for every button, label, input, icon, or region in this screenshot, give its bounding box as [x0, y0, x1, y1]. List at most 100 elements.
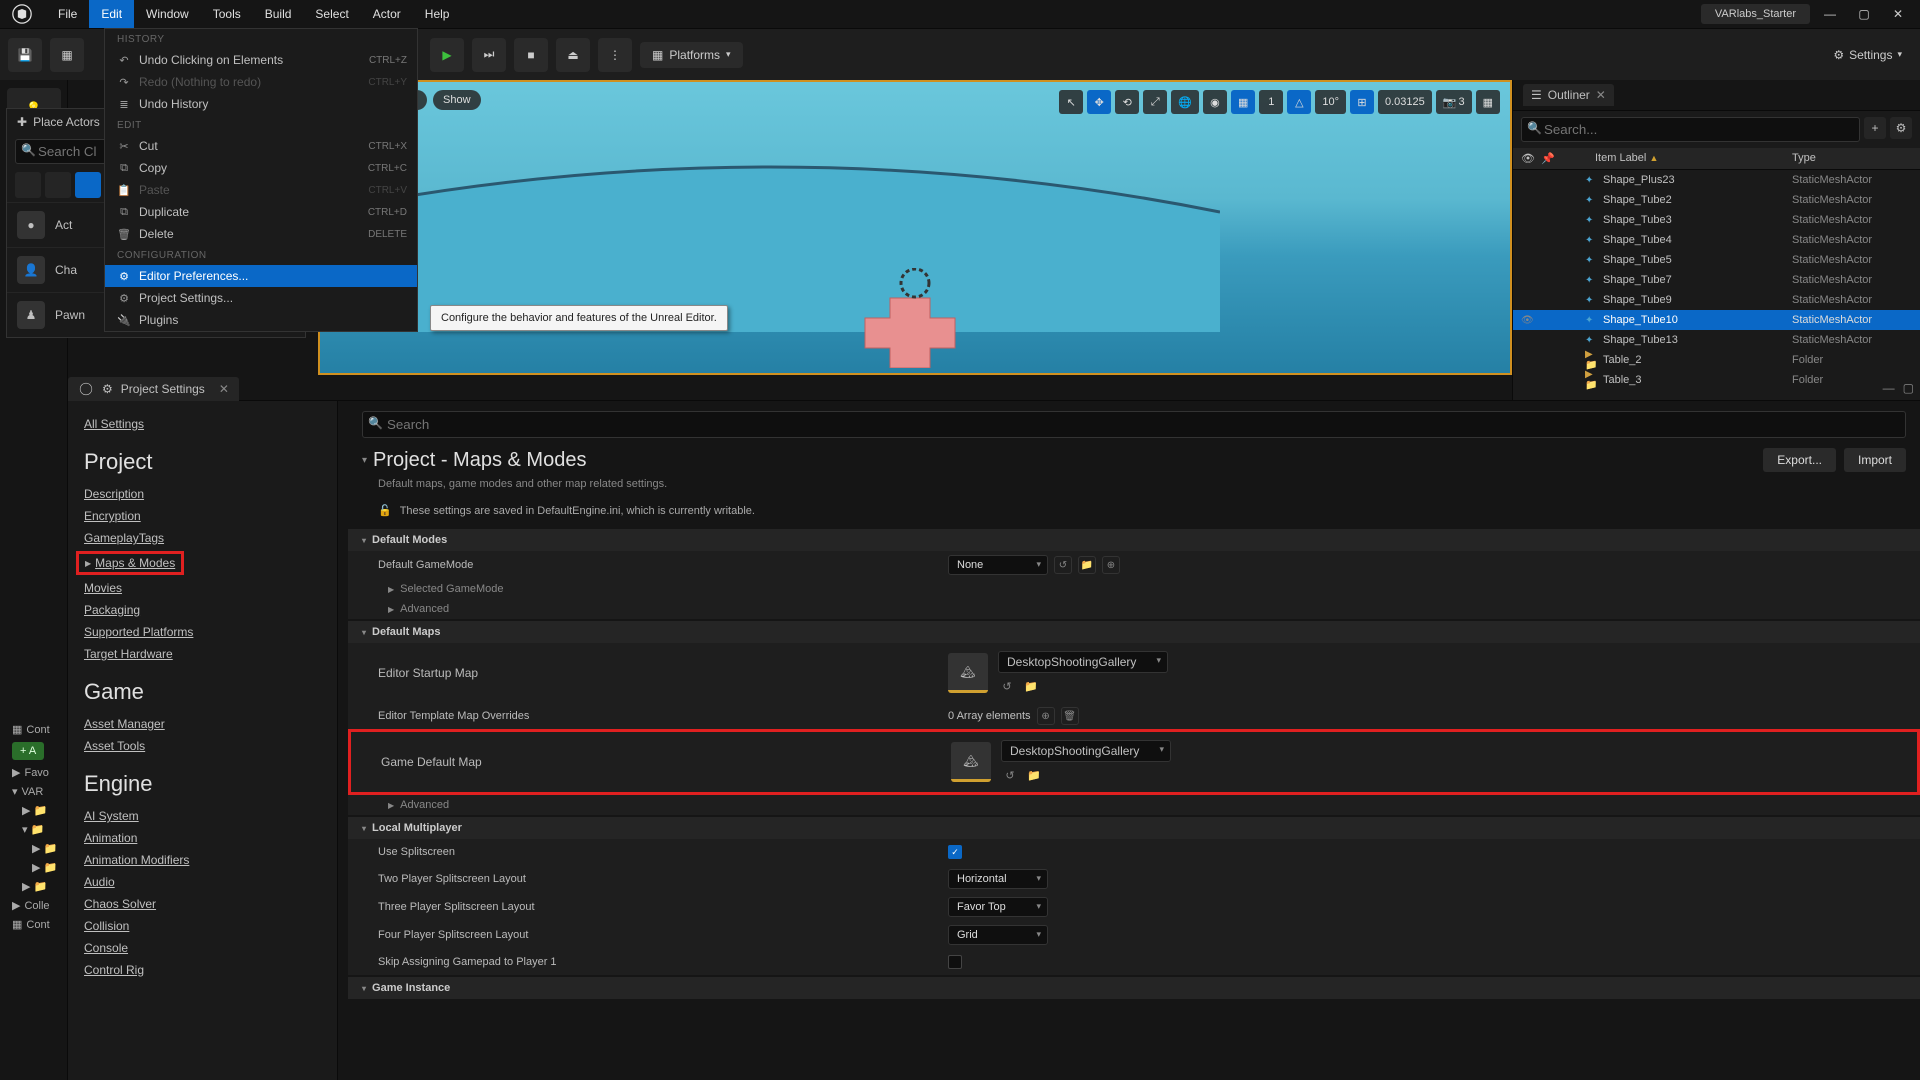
section-default-maps[interactable]: ▾Default Maps — [348, 621, 1920, 643]
sidebar-link-chaos[interactable]: Chaos Solver — [84, 893, 321, 915]
collections-section[interactable]: ▶ Colle — [6, 896, 66, 915]
browse-icon[interactable]: 📁 — [1078, 556, 1096, 574]
menu-file[interactable]: File — [46, 0, 89, 28]
folder-item[interactable]: ▶ 📁 — [6, 858, 66, 877]
two-player-dropdown[interactable]: Horizontal — [948, 869, 1048, 889]
outliner-row[interactable]: ✦Shape_Tube2StaticMeshActor — [1513, 190, 1920, 210]
outliner-col-type[interactable]: Type — [1792, 152, 1912, 165]
project-settings-content[interactable]: 🔍 ▾Project - Maps & Modes Export... Impo… — [338, 401, 1920, 1080]
menu-actor[interactable]: Actor — [361, 0, 413, 28]
play-button[interactable]: ▶ — [430, 38, 464, 72]
browse-icon[interactable]: 📁 — [1022, 677, 1040, 695]
play-options-button[interactable]: ⋮ — [598, 38, 632, 72]
reset-icon[interactable]: ↺ — [1054, 556, 1072, 574]
stop-button[interactable]: ■ — [514, 38, 548, 72]
place-cat-basic[interactable] — [45, 172, 71, 198]
outliner-settings-button[interactable]: ⚙ — [1890, 117, 1912, 139]
sidebar-link-maps-modes[interactable]: ▶Maps & Modes — [76, 551, 184, 575]
map-thumbnail-icon[interactable]: 🏔 — [951, 742, 991, 782]
sidebar-link-packaging[interactable]: Packaging — [84, 599, 321, 621]
vp-rotate-button[interactable]: ⟲ — [1115, 90, 1139, 114]
map-thumbnail-icon[interactable]: 🏔 — [948, 653, 988, 693]
menu-duplicate[interactable]: ⧉ Duplicate CTRL+D — [105, 201, 417, 223]
default-gamemode-dropdown[interactable]: None — [948, 555, 1048, 575]
outliner-row[interactable]: ✦Shape_Tube9StaticMeshActor — [1513, 290, 1920, 310]
vp-scale-value[interactable]: 0.03125 — [1378, 90, 1432, 114]
vp-grid-button[interactable]: ▦ — [1231, 90, 1255, 114]
content-drawer-button-2[interactable]: ▦ Cont — [6, 915, 66, 934]
sidebar-link-gameplaytags[interactable]: GameplayTags — [84, 527, 321, 549]
sidebar-link-anim-mod[interactable]: Animation Modifiers — [84, 849, 321, 871]
sidebar-link-animation[interactable]: Animation — [84, 827, 321, 849]
maximize-button[interactable]: ▢ — [1850, 4, 1878, 24]
sidebar-link-supported-platforms[interactable]: Supported Platforms — [84, 621, 321, 643]
outliner-row[interactable]: ▶ 📁Table_2Folder — [1513, 350, 1920, 370]
settings-search-input[interactable] — [362, 411, 1906, 438]
add-icon[interactable]: ⊕ — [1102, 556, 1120, 574]
outliner-add-button[interactable]: + — [1864, 117, 1886, 139]
sidebar-link-description[interactable]: Description — [84, 483, 321, 505]
four-player-dropdown[interactable]: Grid — [948, 925, 1048, 945]
menu-window[interactable]: Window — [134, 0, 201, 28]
menu-help[interactable]: Help — [413, 0, 462, 28]
outliner-row[interactable]: ✦Shape_Tube5StaticMeshActor — [1513, 250, 1920, 270]
sidebar-link-ai[interactable]: AI System — [84, 805, 321, 827]
menu-edit[interactable]: Edit — [89, 0, 134, 28]
project-settings-sidebar[interactable]: All Settings Project Description Encrypt… — [68, 401, 338, 1080]
close-icon[interactable]: ✕ — [219, 382, 229, 396]
use-splitscreen-checkbox[interactable]: ✓ — [948, 845, 962, 859]
vp-globe-button[interactable]: 🌐 — [1171, 90, 1199, 114]
sidebar-link-asset-manager[interactable]: Asset Manager — [84, 713, 321, 735]
selected-gamemode-expand[interactable]: ▶Selected GameMode — [348, 579, 1920, 599]
vp-angle-button[interactable]: △ — [1287, 90, 1311, 114]
minimize-button[interactable]: — — [1816, 4, 1844, 24]
save-button[interactable]: 💾 — [8, 38, 42, 72]
reset-icon[interactable]: ↺ — [1001, 766, 1019, 784]
outliner-tab[interactable]: ☰ Outliner ✕ — [1523, 84, 1614, 106]
vp-grid-size[interactable]: 1 — [1259, 90, 1283, 114]
project-settings-tab[interactable]: ⚙ Project Settings ✕ — [68, 377, 239, 401]
folder-item[interactable]: ▶ 📁 — [6, 877, 66, 896]
sidebar-link-asset-tools[interactable]: Asset Tools — [84, 735, 321, 757]
eject-button[interactable]: ⏏ — [556, 38, 590, 72]
advanced-expand-maps[interactable]: ▶Advanced — [348, 795, 1920, 815]
outliner-row[interactable]: ✦Shape_Tube3StaticMeshActor — [1513, 210, 1920, 230]
place-cat-recent[interactable] — [15, 172, 41, 198]
outliner-col-label[interactable]: Item Label ▲ — [1557, 152, 1792, 165]
project-root[interactable]: ▾ VAR — [6, 782, 66, 801]
all-settings-link[interactable]: All Settings — [84, 413, 321, 435]
vp-move-button[interactable]: ✥ — [1087, 90, 1111, 114]
outliner-row[interactable]: ✦Shape_Tube7StaticMeshActor — [1513, 270, 1920, 290]
sidebar-link-console[interactable]: Console — [84, 937, 321, 959]
array-clear-icon[interactable]: 🗑 — [1061, 707, 1079, 725]
section-default-modes[interactable]: ▾Default Modes — [348, 529, 1920, 551]
reset-icon[interactable]: ↺ — [998, 677, 1016, 695]
menu-editor-preferences[interactable]: ⚙ Editor Preferences... — [105, 265, 417, 287]
sidebar-link-movies[interactable]: Movies — [84, 577, 321, 599]
menu-delete[interactable]: 🗑 Delete DELETE — [105, 223, 417, 245]
menu-undo[interactable]: ↶ Undo Clicking on Elements CTRL+Z — [105, 49, 417, 71]
advanced-expand[interactable]: ▶Advanced — [348, 599, 1920, 619]
eye-icon[interactable]: 👁 — [1521, 315, 1537, 326]
menu-tools[interactable]: Tools — [201, 0, 253, 28]
menu-cut[interactable]: ✂ Cut CTRL+X — [105, 135, 417, 157]
menu-select[interactable]: Select — [303, 0, 360, 28]
menu-project-settings[interactable]: ⚙ Project Settings... — [105, 287, 417, 309]
content-drawer-button[interactable]: ▦ Cont — [6, 720, 66, 739]
close-button[interactable]: ✕ — [1884, 4, 1912, 24]
panel-minimize-button[interactable]: — — [1883, 381, 1895, 395]
outliner-row[interactable]: 👁✦Shape_Tube10StaticMeshActor — [1513, 310, 1920, 330]
sidebar-link-target-hardware[interactable]: Target Hardware — [84, 643, 321, 665]
skip-gamepad-checkbox[interactable] — [948, 955, 962, 969]
settings-button[interactable]: ⚙ Settings ▾ — [1823, 42, 1912, 68]
menu-copy[interactable]: ⧉ Copy CTRL+C — [105, 157, 417, 179]
section-game-instance[interactable]: ▾Game Instance — [348, 977, 1920, 999]
panel-maximize-button[interactable]: ▢ — [1903, 381, 1914, 395]
platforms-button[interactable]: ▦ Platforms ▾ — [640, 42, 743, 68]
menu-plugins[interactable]: 🔌 Plugins — [105, 309, 417, 331]
vp-scale-button[interactable]: ⤢ — [1143, 90, 1167, 114]
vp-select-button[interactable]: ↖ — [1059, 90, 1083, 114]
sidebar-link-collision[interactable]: Collision — [84, 915, 321, 937]
sidebar-link-control-rig[interactable]: Control Rig — [84, 959, 321, 981]
folder-item[interactable]: ▶ 📁 — [6, 839, 66, 858]
